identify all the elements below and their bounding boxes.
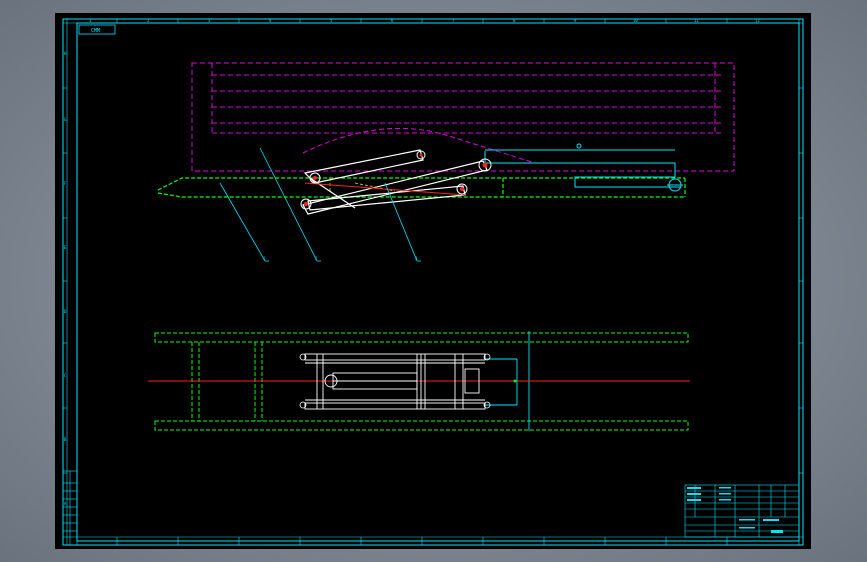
side-view: 1 2 3 bbox=[157, 62, 735, 262]
bed-outline bbox=[191, 62, 735, 172]
actuator-bracket bbox=[484, 143, 683, 192]
pivot-joint-center bbox=[313, 176, 317, 180]
svg-text:B: B bbox=[64, 437, 67, 442]
svg-text:11: 11 bbox=[694, 18, 699, 23]
title-block bbox=[684, 484, 800, 538]
svg-text:G: G bbox=[64, 117, 67, 122]
svg-text:C: C bbox=[64, 373, 67, 378]
pivot-joint-center bbox=[304, 202, 308, 206]
leader-label: 1 bbox=[263, 256, 266, 261]
svg-text:F: F bbox=[64, 181, 67, 186]
svg-text:H: H bbox=[64, 51, 67, 56]
zone-ruler bbox=[63, 19, 803, 545]
svg-text:D: D bbox=[64, 309, 67, 314]
leader-label: 3 bbox=[415, 256, 418, 261]
svg-text:10: 10 bbox=[633, 18, 638, 23]
inner-frame bbox=[76, 22, 800, 542]
scissor-linkage bbox=[302, 149, 488, 215]
leader-lines bbox=[219, 147, 421, 262]
sheet-tag: CMM bbox=[78, 24, 116, 35]
pivot-joint-center bbox=[419, 153, 423, 157]
center-mark bbox=[513, 379, 517, 383]
cad-drawing: 123 456 789 10 11 12 HGF EDC BA CMM 1 2 … bbox=[62, 18, 804, 546]
svg-text:A: A bbox=[64, 501, 67, 506]
svg-text:E: E bbox=[64, 245, 67, 250]
pivot-joint-center bbox=[482, 162, 488, 168]
outer-frame bbox=[62, 18, 804, 546]
top-view bbox=[148, 331, 690, 431]
svg-text:12: 12 bbox=[755, 18, 760, 23]
sheet-tag-text: CMM bbox=[91, 28, 100, 34]
pivot-joint-center bbox=[460, 187, 464, 191]
revision-strip bbox=[62, 470, 78, 546]
drawing-sheet: 123 456 789 10 11 12 HGF EDC BA CMM 1 2 … bbox=[55, 13, 811, 549]
leader-label: 2 bbox=[315, 256, 318, 261]
